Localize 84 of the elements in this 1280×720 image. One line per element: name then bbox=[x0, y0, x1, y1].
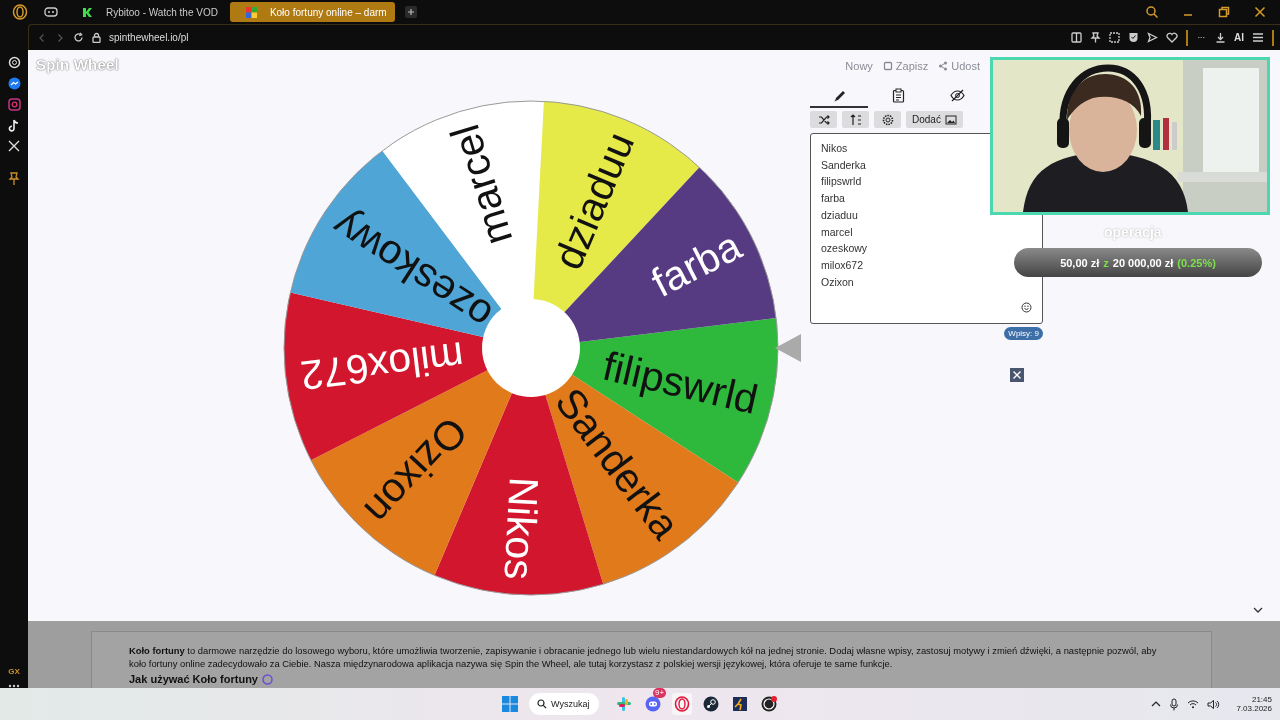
image-icon bbox=[944, 113, 957, 126]
shuffle-button[interactable] bbox=[810, 111, 837, 128]
description-paragraph: Koło fortuny to darmowe narzędzie do losowego wyboru, które umożliwia tworzenie, zapisywanie i obracanie jednego lub wielu niestandardowych kół na jednej stronie. Dodaj własne wpisy, zastosuj motywy i zmień dźwięki, a następnie pozwól, aby koło fortuny online zadecydowało za Ciebie. Nasza międzynarodowa aplikacja nazywa się Spin the Wheel, ale tutaj korzystasz z polskiej wersji językowej, która oferuje te same funkcje. bbox=[129, 644, 1158, 670]
search-icon[interactable] bbox=[1146, 6, 1158, 18]
heart-icon[interactable] bbox=[1166, 32, 1178, 43]
wheel-label: milox672 bbox=[297, 333, 467, 399]
address-field[interactable]: spinthewheel.io/pl bbox=[109, 32, 189, 43]
separator-text: z bbox=[1103, 256, 1109, 269]
share-icon bbox=[938, 61, 949, 71]
sort-button[interactable] bbox=[842, 111, 869, 128]
notification-badge: 9+ bbox=[653, 688, 667, 698]
browser-tab[interactable]: Koło fortuny online – darm bbox=[229, 2, 395, 22]
raised-amount: 50,00 zł bbox=[1060, 256, 1100, 269]
chevron-up-icon[interactable] bbox=[1151, 700, 1162, 708]
reload-icon[interactable] bbox=[73, 32, 84, 43]
section-heading: Jak używać Koło fortuny bbox=[129, 673, 258, 685]
add-image-button[interactable]: Dodać bbox=[906, 111, 963, 128]
entry-text: Sanderka bbox=[821, 157, 867, 173]
back-icon[interactable] bbox=[37, 32, 47, 43]
pin-icon[interactable] bbox=[1090, 32, 1101, 43]
restore-icon[interactable] bbox=[1218, 6, 1230, 18]
taskbar-search[interactable]: Wyszukaj bbox=[529, 693, 599, 715]
wheel-label: Nikos bbox=[495, 476, 547, 581]
goal-percent: (0.25%) bbox=[1177, 256, 1216, 269]
settings-button[interactable] bbox=[874, 111, 901, 128]
close-icon[interactable] bbox=[1254, 6, 1266, 18]
pointer-icon bbox=[775, 334, 801, 362]
download-icon[interactable] bbox=[1215, 32, 1226, 43]
clock-time[interactable]: 21:45 bbox=[1251, 695, 1272, 704]
wheel-icon bbox=[262, 673, 273, 685]
entry-text: marcel bbox=[821, 224, 854, 240]
new-tab-icon[interactable] bbox=[404, 6, 417, 18]
site-logo[interactable]: Spin Wheel bbox=[36, 56, 119, 73]
forward-icon[interactable] bbox=[55, 32, 65, 43]
wheel-label: farba bbox=[644, 222, 749, 306]
more-icon[interactable] bbox=[8, 684, 20, 688]
clock-date[interactable]: 7.03.2026 bbox=[1236, 704, 1272, 713]
music-note-icon[interactable] bbox=[8, 119, 20, 132]
microphone-icon[interactable] bbox=[1169, 697, 1180, 711]
ai-button[interactable]: AI bbox=[1234, 32, 1244, 43]
clipboard-icon bbox=[890, 87, 906, 103]
entry-text: dziaduu bbox=[821, 207, 859, 223]
speaker-icon[interactable] bbox=[1207, 698, 1221, 710]
entry-text: farba bbox=[821, 191, 846, 207]
chevron-down-icon[interactable] bbox=[1253, 606, 1263, 614]
entry-text: milox672 bbox=[821, 257, 865, 273]
split-view-icon[interactable] bbox=[1071, 32, 1082, 43]
entry-text: filipswrld bbox=[821, 174, 863, 190]
colorful-wheel-icon bbox=[245, 6, 257, 18]
messenger-icon[interactable] bbox=[7, 77, 21, 90]
save-icon bbox=[882, 61, 893, 71]
menu-icon[interactable] bbox=[1252, 32, 1264, 43]
shuffle-icon bbox=[817, 113, 830, 126]
entry-text: Ozixon bbox=[821, 274, 855, 290]
game-controller-app-icon[interactable] bbox=[645, 696, 661, 712]
search-icon bbox=[537, 699, 547, 709]
ai-assistant-icon[interactable] bbox=[7, 56, 21, 69]
shield-icon[interactable] bbox=[1128, 32, 1139, 43]
lock-icon bbox=[92, 32, 101, 43]
browser-logo-icon[interactable] bbox=[12, 4, 28, 20]
browser-logo-icon[interactable] bbox=[674, 696, 690, 712]
entry-text: ozeskowy bbox=[821, 241, 869, 257]
send-icon[interactable] bbox=[1147, 32, 1158, 43]
gear-icon bbox=[881, 113, 894, 126]
entry-count-badge: Wpisy: 9 bbox=[1004, 327, 1043, 340]
x-logo-icon[interactable] bbox=[8, 140, 20, 152]
record-app-icon[interactable] bbox=[761, 696, 777, 712]
close-icon[interactable] bbox=[1010, 368, 1024, 382]
steam-icon[interactable] bbox=[703, 696, 719, 712]
browser-tab[interactable]: Rybitoo - Watch the VOD bbox=[66, 2, 226, 22]
snapshot-icon[interactable] bbox=[1109, 32, 1120, 43]
eye-slash-icon bbox=[949, 87, 965, 103]
instagram-icon[interactable] bbox=[7, 98, 21, 111]
k-logo-icon bbox=[82, 6, 93, 18]
sort-icon bbox=[849, 113, 862, 126]
gamepad-icon[interactable] bbox=[44, 6, 58, 18]
wifi-icon[interactable] bbox=[1187, 699, 1200, 709]
gx-label[interactable]: GX bbox=[8, 667, 20, 676]
emoji-icon[interactable] bbox=[1021, 302, 1032, 313]
runner-game-icon[interactable] bbox=[732, 696, 748, 712]
pin-icon[interactable] bbox=[8, 172, 20, 186]
hash-app-icon[interactable] bbox=[616, 696, 632, 712]
entry-text: Nikos bbox=[821, 141, 849, 156]
goal-amount: 20 000,00 zł bbox=[1112, 256, 1174, 269]
